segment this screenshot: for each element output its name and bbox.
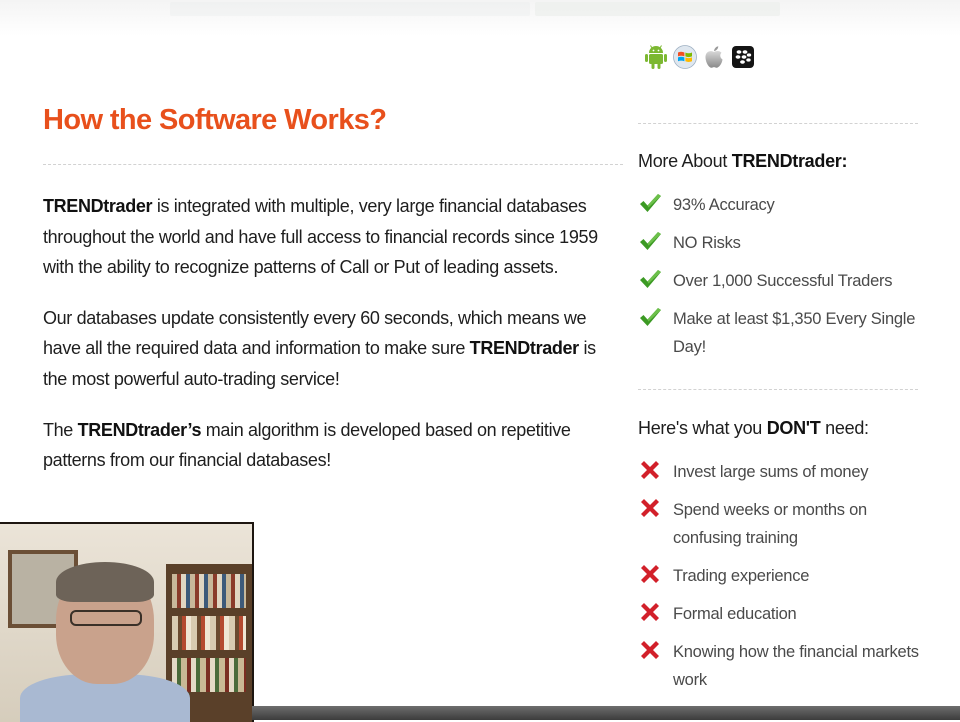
check-icon <box>640 232 661 250</box>
not-needed-item: Formal education <box>638 600 928 628</box>
apple-icon <box>705 46 723 68</box>
check-icon <box>640 270 661 288</box>
sidebar-more-about: More About TRENDtrader: 93% Accuracy NO … <box>638 151 928 361</box>
sidebar-divider-middle <box>638 389 918 390</box>
sidebar-divider-top <box>638 123 918 124</box>
presenter-glasses <box>70 610 142 626</box>
paragraph-algorithm: The TRENDtrader’s main algorithm is deve… <box>43 415 621 476</box>
top-blur <box>170 2 530 16</box>
not-needed-text: Trading experience <box>673 567 810 585</box>
brand-name: TRENDtrader: <box>731 151 848 171</box>
x-icon <box>641 499 659 517</box>
heading-text: More About <box>638 151 732 171</box>
not-needed-text: Knowing how the financial markets work <box>673 643 919 689</box>
not-needed-item: Knowing how the financial markets work <box>638 638 928 694</box>
top-blur <box>535 2 780 16</box>
bottom-bar <box>252 706 960 720</box>
benefit-item: Over 1,000 Successful Traders <box>638 267 928 295</box>
books <box>172 574 246 608</box>
not-needed-item: Trading experience <box>638 562 928 590</box>
x-icon <box>641 641 659 659</box>
heading-text: need: <box>820 418 869 438</box>
windows-icon <box>673 45 697 69</box>
title-divider <box>43 164 623 165</box>
sidebar-dont-need: Here's what you DON'T need: Invest large… <box>638 418 928 694</box>
not-needed-list: Invest large sums of money Spend weeks o… <box>638 458 928 694</box>
benefit-text: Over 1,000 Successful Traders <box>673 272 893 290</box>
brand-name: TRENDtrader’s <box>77 419 202 440</box>
not-needed-text: Formal education <box>673 605 797 623</box>
paragraph-updates: Our databases update consistently every … <box>43 303 621 395</box>
blackberry-icon <box>732 46 754 68</box>
not-needed-text: Invest large sums of money <box>673 463 869 481</box>
top-strip <box>0 0 960 36</box>
not-needed-item: Invest large sums of money <box>638 458 928 486</box>
brand-name: TRENDtrader <box>469 338 580 359</box>
not-needed-text: Spend weeks or months on confusing train… <box>673 501 867 547</box>
presenter-hair <box>56 562 154 602</box>
heading-emphasis: DON'T <box>766 418 821 438</box>
x-icon <box>641 603 659 621</box>
webcam-overlay <box>0 522 254 722</box>
check-icon <box>640 194 661 212</box>
android-icon <box>645 45 667 69</box>
x-icon <box>641 461 659 479</box>
benefit-item: Make at least $1,350 Every Single Day! <box>638 305 928 361</box>
benefit-item: NO Risks <box>638 229 928 257</box>
books <box>172 616 246 650</box>
sidebar-more-heading: More About TRENDtrader: <box>638 151 928 172</box>
paragraph-integration: TRENDtrader is integrated with multiple,… <box>43 191 621 283</box>
sidebar-dont-heading: Here's what you DON'T need: <box>638 418 928 439</box>
x-icon <box>641 565 659 583</box>
brand-name: TRENDtrader <box>43 196 153 216</box>
benefit-text: 93% Accuracy <box>673 196 775 214</box>
paragraph-text: The <box>43 419 78 440</box>
heading-text: Here's what you <box>638 418 767 438</box>
check-icon <box>640 308 661 326</box>
benefit-item: 93% Accuracy <box>638 191 928 219</box>
platform-icons <box>644 44 755 70</box>
not-needed-item: Spend weeks or months on confusing train… <box>638 496 928 552</box>
benefit-text: NO Risks <box>673 234 741 252</box>
benefits-list: 93% Accuracy NO Risks Over 1,000 Success… <box>638 191 928 361</box>
page-title: How the Software Works? <box>43 104 387 136</box>
main-content: TRENDtrader is integrated with multiple,… <box>43 191 621 496</box>
benefit-text: Make at least $1,350 Every Single Day! <box>673 310 916 356</box>
